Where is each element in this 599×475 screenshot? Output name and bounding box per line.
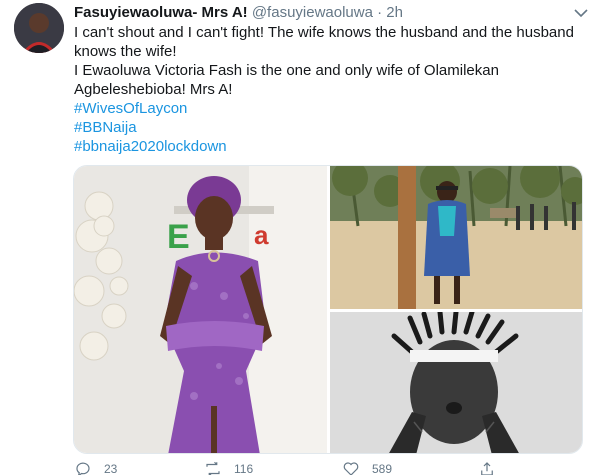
photo-woman-purple-dress[interactable]: E a [74, 166, 327, 453]
hashtag-link[interactable]: #WivesOfLaycon [74, 99, 589, 118]
retweet-count: 116 [234, 462, 254, 475]
heart-icon [343, 462, 359, 475]
like-count: 589 [372, 462, 393, 475]
tweet-line: I Ewaoluwa Victoria Fash is the one and … [74, 62, 499, 98]
retweet-button[interactable]: 116 [204, 461, 254, 475]
share-button[interactable] [478, 462, 496, 475]
reply-count: 23 [104, 462, 118, 475]
author-handle[interactable]: @fasuyiewaoluwa [252, 4, 373, 21]
tweet[interactable]: Fasuyiewaoluwa- Mrs A! @fasuyiewaoluwa ·… [0, 0, 599, 475]
tweet-time[interactable]: 2h [386, 4, 403, 21]
tweet-text: I can't shout and I can't fight! The wif… [74, 23, 589, 156]
photo-man-headband-bw[interactable] [330, 312, 582, 453]
tweet-header: Fasuyiewaoluwa- Mrs A! @fasuyiewaoluwa ·… [74, 3, 403, 23]
share-icon [481, 462, 493, 475]
media-grid: E a [73, 165, 583, 454]
author-name[interactable]: Fasuyiewaoluwa- Mrs A! [74, 4, 248, 21]
avatar[interactable] [14, 3, 64, 53]
hashtag-link[interactable]: #BBNaija [74, 118, 589, 137]
reply-icon [76, 462, 90, 475]
reply-button[interactable]: 23 [74, 462, 117, 475]
tweet-actions: 23 116 589 [74, 461, 574, 475]
chevron-down-icon[interactable] [573, 6, 589, 18]
tweet-line: I can't shout and I can't fight! The wif… [74, 24, 574, 60]
separator-dot: · [377, 4, 383, 21]
svg-text:E: E [167, 218, 190, 256]
svg-text:a: a [254, 220, 269, 250]
like-button[interactable]: 589 [342, 462, 392, 475]
photo-woman-beach[interactable] [330, 166, 582, 309]
hashtag-link[interactable]: #bbnaija2020lockdown [74, 137, 589, 156]
retweet-icon [206, 461, 220, 475]
